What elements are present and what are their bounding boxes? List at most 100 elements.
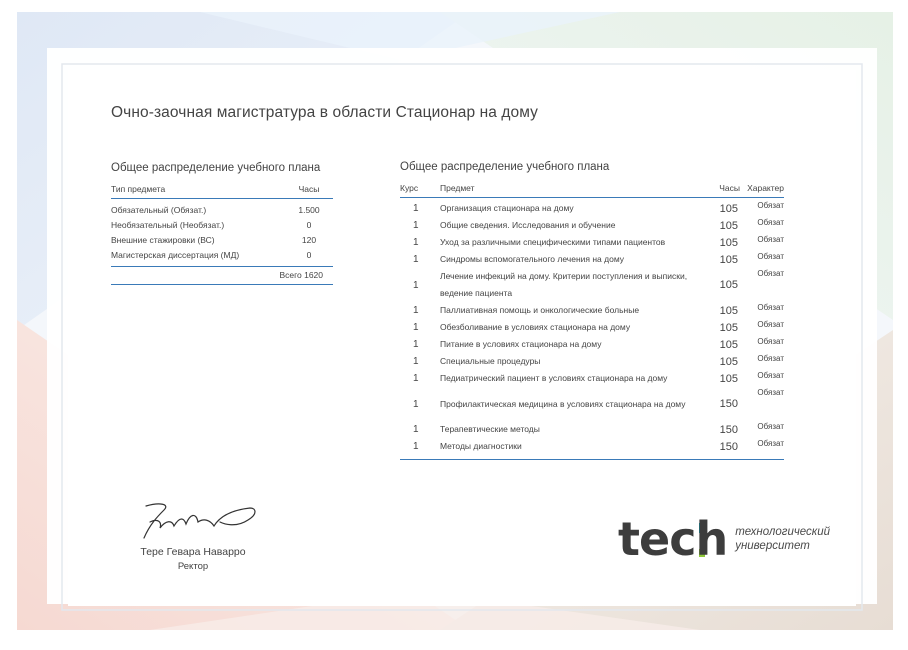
row-hours: 105 (719, 304, 738, 317)
table-row: 1 Паллиативная помощь и онкологические б… (400, 302, 784, 319)
rector-signature (143, 503, 256, 539)
row-hours: 105 (719, 253, 738, 266)
row-subject: Специальные процедуры (440, 356, 541, 366)
row-hours: 105 (719, 321, 738, 334)
row-hours: 0 (306, 249, 312, 260)
col-hours: Часы (298, 184, 320, 194)
summary-table-heading: Общее распределение учебного плана (111, 162, 321, 174)
logo-subtitle-line1: технологический (735, 526, 831, 538)
row-type: Обязат (757, 235, 784, 244)
row-subject: Педиатрический пациент в условиях стацио… (440, 373, 668, 383)
row-hours: 105 (719, 372, 738, 385)
row-type: Магистерская диссертация (МД) (111, 249, 240, 260)
row-course: 1 (413, 254, 419, 265)
logo-wordmark: tech (618, 512, 728, 566)
logo-word-text: tech (618, 512, 728, 566)
row-type: Обязат (757, 320, 784, 329)
row-subject: Терапевтические методы (440, 424, 540, 434)
row-hours: 1.500 (298, 204, 320, 215)
row-hours: 150 (719, 440, 738, 453)
row-type: Обязат (757, 252, 784, 261)
row-type: Обязат (757, 422, 784, 431)
table-row: Необязательный (Необязат.) 0 (111, 217, 333, 232)
table-row: 1 Питание в условиях стационара на дому … (400, 336, 784, 353)
row-type: Обязат (757, 388, 784, 397)
row-hours: 105 (719, 202, 738, 215)
row-course: 1 (413, 279, 419, 291)
row-course: 1 (413, 305, 419, 316)
table-row: 1 Синдромы вспомогательного лечения на д… (400, 251, 784, 268)
row-subject: Лечение инфекций на дому. Критерии посту… (440, 271, 688, 298)
row-course: 1 (413, 220, 419, 231)
row-type: Обязат (757, 201, 784, 210)
signatory-name: Тере Гевара Наварро (140, 546, 246, 558)
table-row: 1 Специальные процедуры 105 Обязат (400, 353, 784, 370)
row-course: 1 (413, 322, 419, 333)
col-type: Характер (747, 183, 784, 193)
table-row: Магистерская диссертация (МД) 0 (111, 247, 333, 262)
row-hours: 120 (301, 234, 317, 245)
table-row: 1 Организация стационара на дому 105 Обя… (400, 200, 784, 217)
row-subject: Организация стационара на дому (440, 203, 574, 213)
summary-table-body: Обязательный (Обязат.) 1.500 Необязатель… (111, 199, 333, 267)
row-course: 1 (413, 373, 419, 384)
row-hours: 105 (719, 355, 738, 368)
row-hours: 105 (719, 338, 738, 351)
table-row: 1 Уход за различными специфическими типа… (400, 234, 784, 251)
row-type: Внешние стажировки (ВС) (111, 234, 215, 245)
table-row: 1 Профилактическая медицина в условиях с… (400, 387, 784, 421)
row-type: Обязат (757, 371, 784, 380)
row-type: Обязат (757, 269, 784, 278)
logo-subtitle-line2: университет (735, 540, 810, 552)
table-row: 1 Лечение инфекций на дому. Критерии пос… (400, 268, 784, 302)
detail-table: Курс Предмет Часы Характер 1 Организация… (400, 183, 784, 460)
row-hours: 105 (719, 279, 738, 291)
detail-table-header: Курс Предмет Часы Характер (400, 183, 784, 198)
signatory-role: Ректор (177, 561, 209, 572)
row-type: Обязат (757, 439, 784, 448)
table-row: Обязательный (Обязат.) 1.500 (111, 202, 333, 217)
row-hours: 0 (306, 219, 312, 230)
table-row: 1 Методы диагностики 150 Обязат (400, 438, 784, 455)
row-type: Необязательный (Необязат.) (111, 219, 225, 230)
row-subject: Синдромы вспомогательного лечения на дом… (440, 254, 625, 264)
row-course: 1 (413, 398, 419, 410)
row-type: Обязат (757, 337, 784, 346)
summary-total: Всего 1620 (111, 267, 333, 285)
detail-table-heading: Общее распределение учебного плана (400, 161, 610, 173)
row-type: Обязат (757, 218, 784, 227)
row-type: Обязательный (Обязат.) (111, 204, 207, 215)
row-course: 1 (413, 356, 419, 367)
col-subject-type: Тип предмета (111, 184, 166, 194)
col-hours: Часы (719, 183, 740, 193)
row-course: 1 (413, 441, 419, 452)
row-course: 1 (413, 339, 419, 350)
row-hours: 105 (719, 236, 738, 249)
row-subject: Общие сведения. Исследования и обучение (440, 220, 616, 230)
row-subject: Уход за различными специфическими типами… (440, 237, 666, 247)
certificate-title: Очно-заочная магистратура в области Стац… (111, 104, 539, 121)
summary-table: Тип предмета Часы Обязательный (Обязат.)… (111, 184, 333, 285)
table-row: 1 Обезболивание в условиях стационара на… (400, 319, 784, 336)
row-course: 1 (413, 424, 419, 435)
row-subject: Профилактическая медицина в условиях ста… (440, 398, 686, 409)
row-subject: Питание в условиях стационара на дому (440, 339, 602, 349)
row-subject: Методы диагностики (440, 441, 522, 451)
col-subject: Предмет (440, 183, 475, 193)
table-row: 1 Общие сведения. Исследования и обучени… (400, 217, 784, 234)
table-row: 1 Педиатрический пациент в условиях стац… (400, 370, 784, 387)
col-course: Курс (400, 183, 419, 193)
tech-university-logo: tech технологический университет (618, 514, 830, 564)
row-hours: 150 (719, 423, 738, 436)
table-row: 1 Терапевтические методы 150 Обязат (400, 421, 784, 438)
row-hours: 105 (719, 219, 738, 232)
row-course: 1 (413, 203, 419, 214)
row-subject: Обезболивание в условиях стационара на д… (440, 322, 631, 332)
logo-subtitle: технологический университет (735, 525, 830, 553)
row-type: Обязат (757, 354, 784, 363)
table-row: Внешние стажировки (ВС) 120 (111, 232, 333, 247)
row-type: Обязат (757, 303, 784, 312)
row-subject: Паллиативная помощь и онкологические бол… (440, 305, 640, 315)
summary-table-header: Тип предмета Часы (111, 184, 333, 199)
detail-table-body: 1 Организация стационара на дому 105 Обя… (400, 198, 784, 460)
